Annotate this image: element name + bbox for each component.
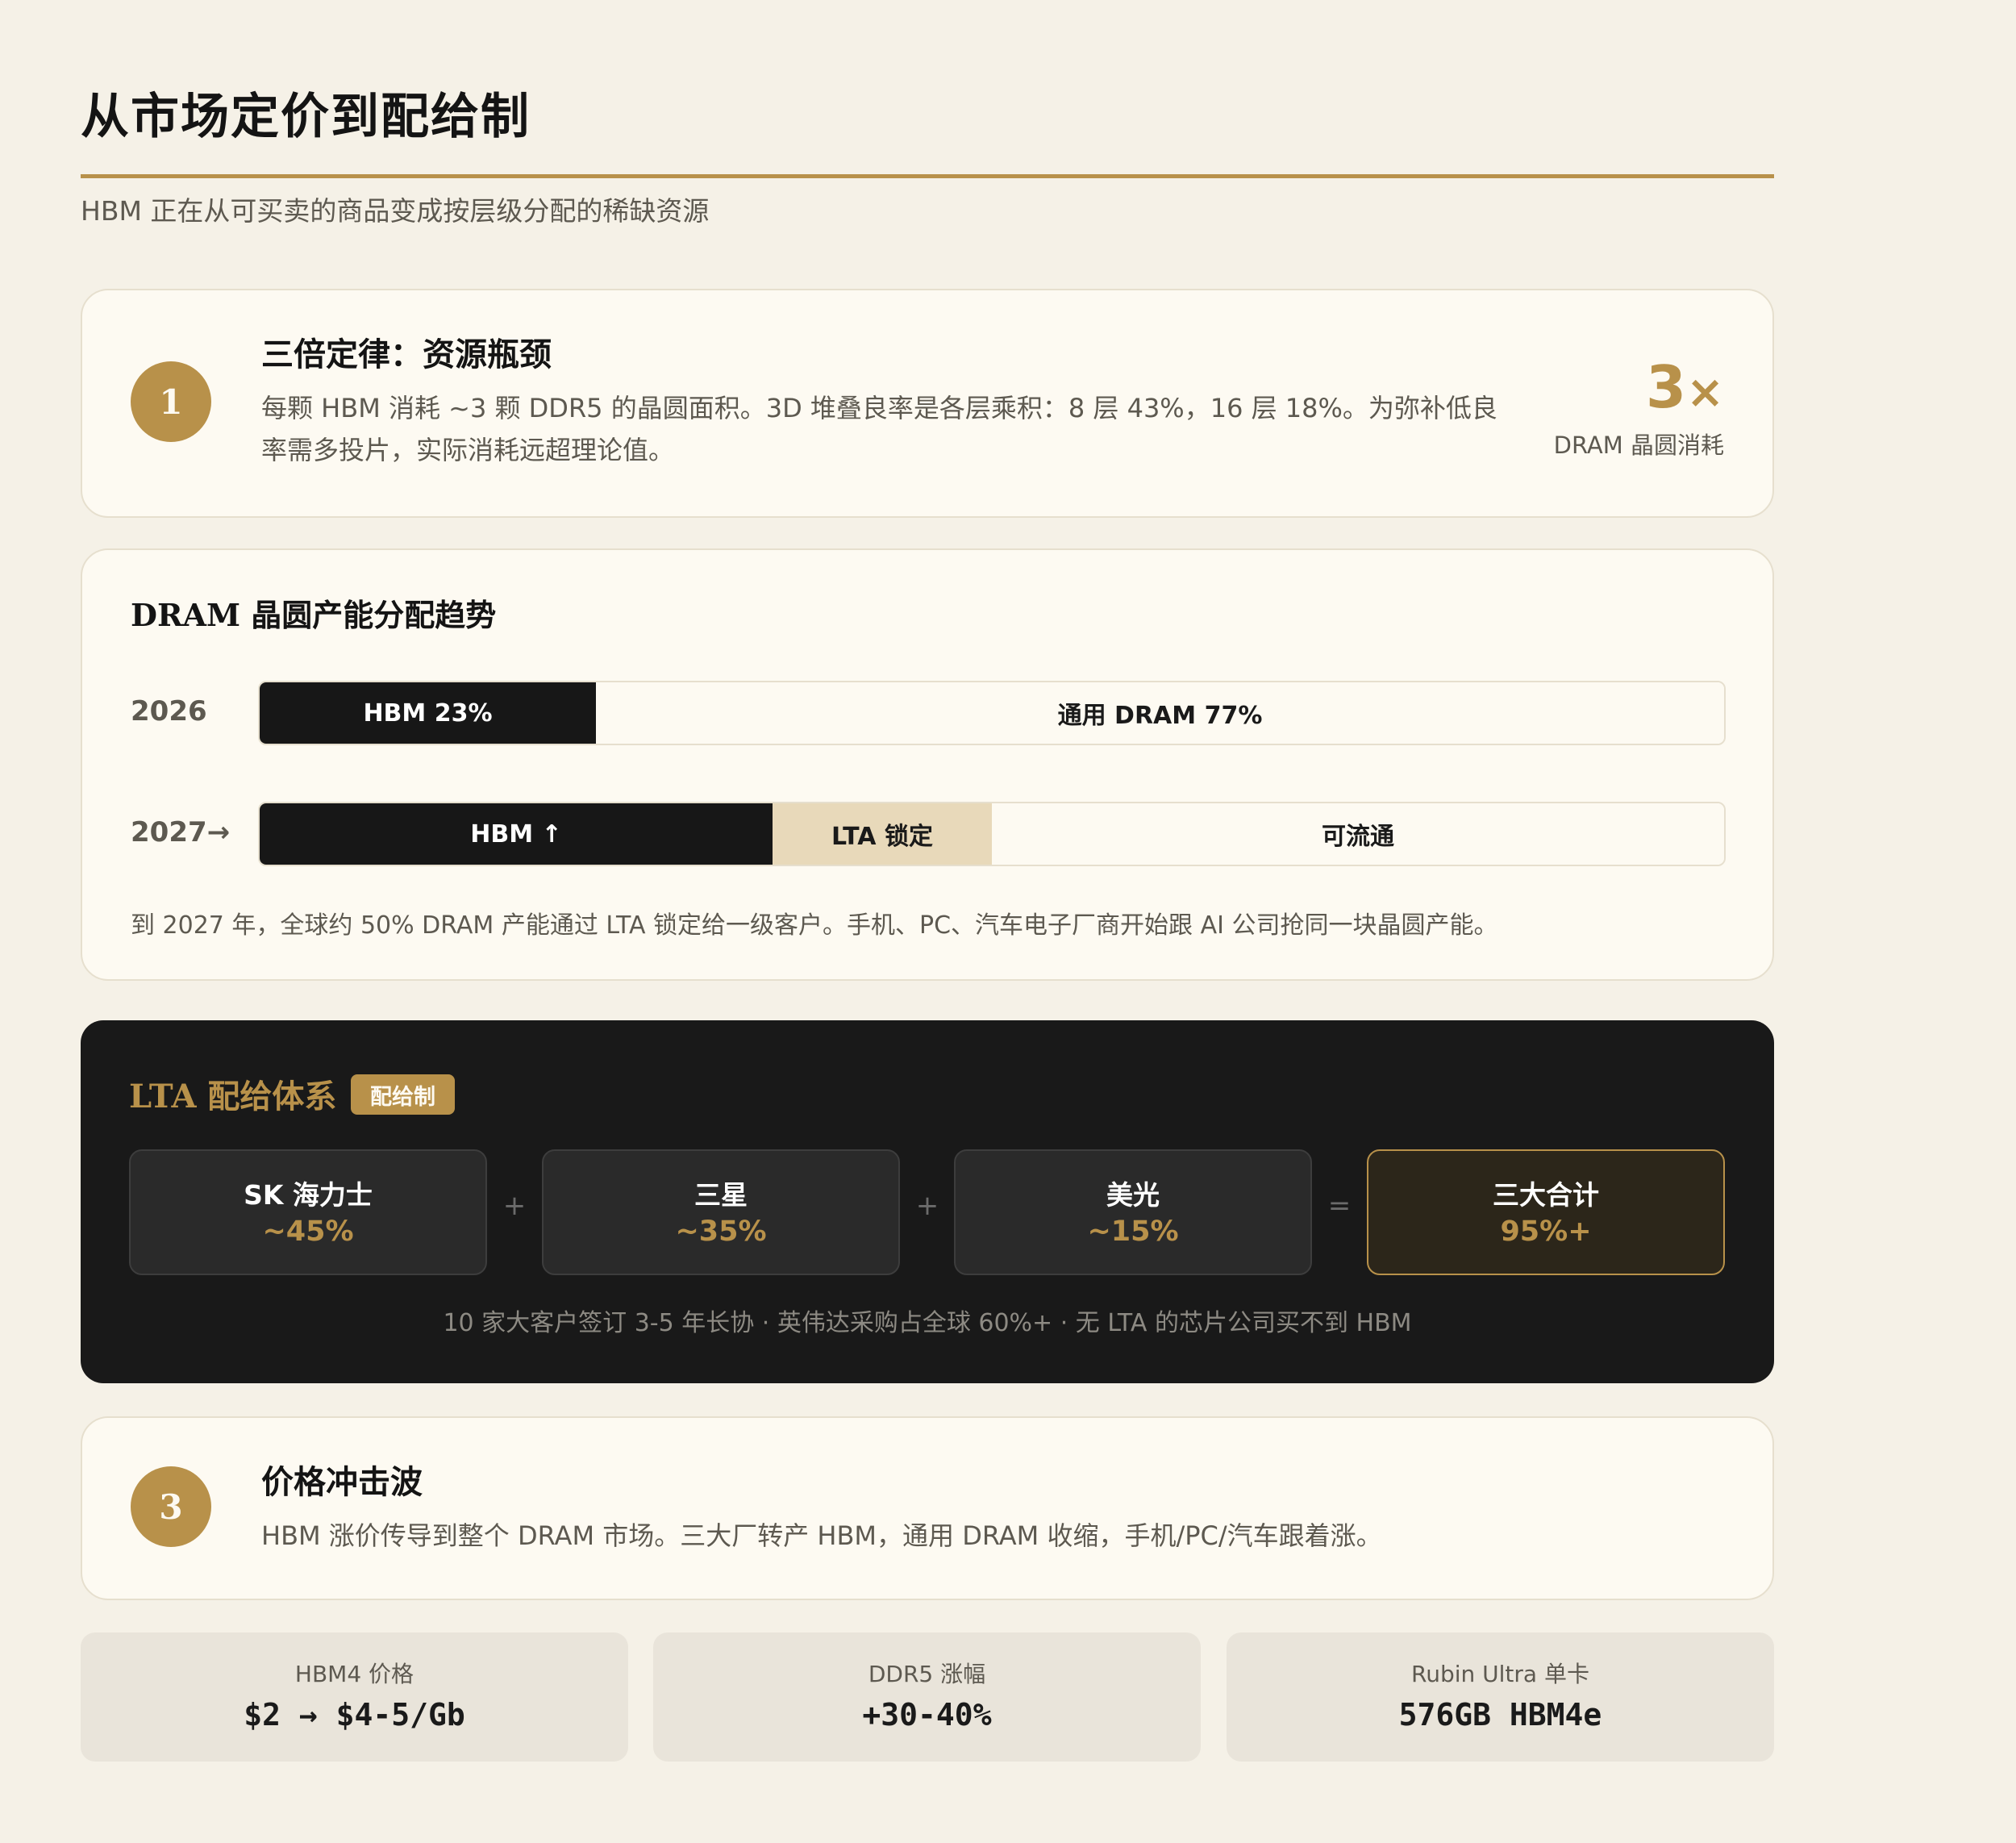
big-stat-label: DRAM 晶圆消耗 xyxy=(1553,432,1724,459)
bar-segment-tradable: 可流通 xyxy=(992,803,1724,865)
bar-segment-general-dram: 通用 DRAM 77% xyxy=(596,682,1724,744)
page-subtitle: HBM 正在从可买卖的商品变成按层级分配的稀缺资源 xyxy=(81,195,710,227)
supplier-share: ~15% xyxy=(1087,1215,1179,1248)
allocation-note: 到 2027 年，全球约 50% DRAM 产能通过 LTA 锁定给一级客户。手… xyxy=(131,911,1498,940)
total-name: 三大合计 xyxy=(1493,1179,1599,1211)
supplier-share: ~35% xyxy=(675,1215,767,1248)
lta-title: LTA 配给体系 xyxy=(129,1078,337,1115)
card-body-line: 率需多投片，实际消耗远超理论值。 xyxy=(261,435,675,465)
supplier-name: 美光 xyxy=(1106,1179,1160,1211)
plus-operator: + xyxy=(502,1190,527,1222)
step-number-badge: 3 xyxy=(131,1466,211,1547)
rationing-tag: 配给制 xyxy=(351,1074,455,1115)
page-title: 从市场定价到配给制 xyxy=(81,89,531,145)
allocation-bar-2027: HBM ↑ LTA 锁定 可流通 xyxy=(258,802,1726,866)
stat-card-ddr5-increase: DDR5 涨幅 +30-40% xyxy=(653,1632,1201,1762)
plus-operator: + xyxy=(915,1190,939,1222)
supplier-box-micron: 美光 ~15% xyxy=(954,1149,1312,1275)
supplier-box-sk-hynix: SK 海力士 ~45% xyxy=(129,1149,487,1275)
stat-card-rubin-ultra: Rubin Ultra 单卡 576GB HBM4e xyxy=(1227,1632,1774,1762)
stat-label: Rubin Ultra 单卡 xyxy=(1411,1661,1589,1687)
big-stat-value: 3× xyxy=(1554,351,1724,429)
card-heading: 价格冲击波 xyxy=(261,1464,423,1501)
lta-note: 10 家大客户签订 3-5 年长协 · 英伟达采购占全球 60%+ · 无 LT… xyxy=(443,1309,1412,1337)
supplier-box-samsung: 三星 ~35% xyxy=(542,1149,900,1275)
bar-segment-hbm: HBM 23% xyxy=(260,682,596,744)
card-heading: 三倍定律：资源瓶颈 xyxy=(261,336,552,373)
stat-label: HBM4 价格 xyxy=(294,1661,414,1687)
stat-label: DDR5 涨幅 xyxy=(868,1661,986,1687)
supplier-name: SK 海力士 xyxy=(244,1179,373,1211)
supplier-share: ~45% xyxy=(262,1215,354,1248)
supplier-name: 三星 xyxy=(694,1179,748,1211)
year-label-2026: 2026 xyxy=(131,695,207,728)
section-title: DRAM 晶圆产能分配趋势 xyxy=(131,597,497,633)
total-share: 95%+ xyxy=(1500,1215,1592,1248)
stat-value: +30-40% xyxy=(862,1697,992,1733)
title-divider xyxy=(81,174,1774,178)
stat-card-hbm4-price: HBM4 价格 $2 → $4-5/Gb xyxy=(81,1632,628,1762)
stat-value: $2 → $4-5/Gb xyxy=(244,1697,465,1733)
stat-value: 576GB HBM4e xyxy=(1398,1697,1602,1733)
multiply-icon: × xyxy=(1686,366,1724,419)
bar-segment-hbm: HBM ↑ xyxy=(260,803,773,865)
supplier-box-total: 三大合计 95%+ xyxy=(1367,1149,1725,1275)
card-body: HBM 涨价传导到整个 DRAM 市场。三大厂转产 HBM，通用 DRAM 收缩… xyxy=(261,1520,1382,1551)
bar-segment-lta-locked: LTA 锁定 xyxy=(773,803,992,865)
lta-panel: LTA 配给体系 配给制 SK 海力士 ~45% + 三星 ~35% + 美光 … xyxy=(81,1020,1774,1383)
card-allocation-trend: DRAM 晶圆产能分配趋势 2026 HBM 23% 通用 DRAM 77% 2… xyxy=(81,548,1774,981)
step-number-badge: 1 xyxy=(131,361,211,442)
allocation-bar-2026: HBM 23% 通用 DRAM 77% xyxy=(258,681,1726,745)
year-label-2027: 2027→ xyxy=(131,816,231,849)
card-body: 每颗 HBM 消耗 ~3 颗 DDR5 的晶圆面积。3D 堆叠良率是各层乘积：8… xyxy=(261,387,1584,471)
card-three-times-law: 1 三倍定律：资源瓶颈 每颗 HBM 消耗 ~3 颗 DDR5 的晶圆面积。3D… xyxy=(81,289,1774,518)
card-price-shockwave: 3 价格冲击波 HBM 涨价传导到整个 DRAM 市场。三大厂转产 HBM，通用… xyxy=(81,1416,1774,1600)
big-stat: 3× DRAM 晶圆消耗 xyxy=(1554,351,1724,461)
card-body-line: 每颗 HBM 消耗 ~3 颗 DDR5 的晶圆面积。3D 堆叠良率是各层乘积：8… xyxy=(261,393,1497,423)
big-stat-number: 3 xyxy=(1645,353,1687,421)
equals-operator: = xyxy=(1327,1190,1352,1222)
